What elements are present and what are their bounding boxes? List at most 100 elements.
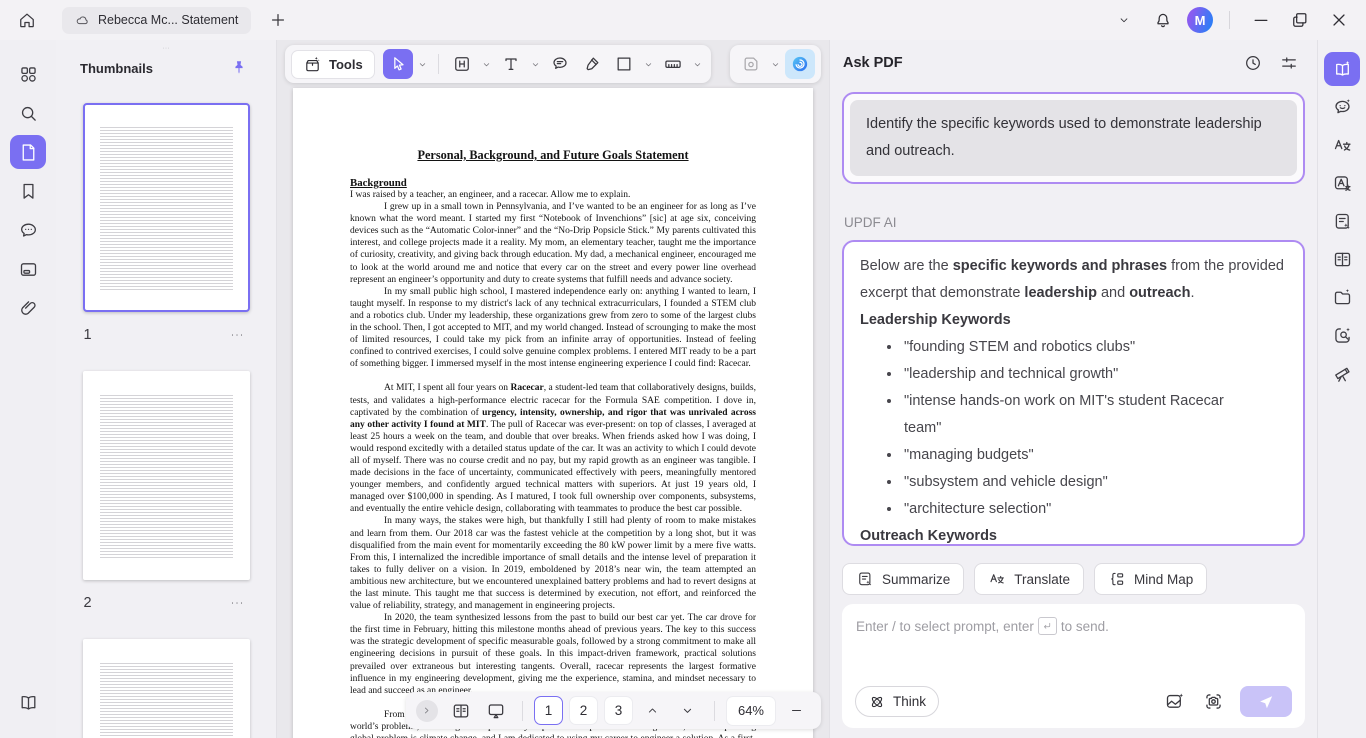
think-button[interactable]: Think bbox=[855, 686, 940, 717]
chevron-up-icon bbox=[645, 703, 660, 718]
translate-button[interactable]: Translate bbox=[974, 563, 1085, 595]
document-tab[interactable]: Rebecca Mc... Statement bbox=[62, 6, 252, 34]
restore-button[interactable] bbox=[1285, 5, 1315, 35]
summarize-icon bbox=[856, 570, 874, 588]
measure-tool-dropdown[interactable] bbox=[690, 49, 705, 79]
comment-tool[interactable] bbox=[545, 49, 575, 79]
leadership-keywords-list: "founding STEM and robotics clubs""leade… bbox=[860, 334, 1287, 523]
page-button-1[interactable]: 1 bbox=[533, 696, 563, 725]
edit-heading-tool[interactable] bbox=[447, 49, 477, 79]
comments-icon bbox=[18, 220, 39, 241]
sidebar-item-attachments[interactable] bbox=[10, 291, 46, 325]
thumbnail-more-button[interactable] bbox=[225, 325, 249, 345]
thumbnail-list[interactable]: 1 2 3 bbox=[56, 85, 276, 738]
thumbnail-page-1[interactable] bbox=[82, 103, 250, 312]
highlight-tool[interactable] bbox=[577, 49, 607, 79]
ai-answer-card[interactable]: Below are the specific keywords and phra… bbox=[842, 240, 1305, 546]
home-button[interactable] bbox=[12, 5, 42, 35]
shape-tool[interactable] bbox=[609, 49, 639, 79]
bookmark-icon bbox=[18, 181, 39, 202]
rail-item-explore[interactable] bbox=[1324, 356, 1360, 390]
ai-assistant-button[interactable] bbox=[785, 49, 815, 79]
plus-icon bbox=[268, 10, 288, 30]
sidebar-item-reader-mode[interactable] bbox=[10, 685, 46, 719]
zoom-out-button[interactable] bbox=[781, 696, 811, 726]
rail-item-ai-chat[interactable] bbox=[1324, 90, 1360, 124]
avatar[interactable]: M bbox=[1187, 7, 1213, 33]
rail-item-ask-pdf[interactable] bbox=[1324, 52, 1360, 86]
select-tool-dropdown[interactable] bbox=[415, 49, 430, 79]
pin-panel-button[interactable] bbox=[228, 57, 250, 79]
presentation-mode-button[interactable] bbox=[481, 696, 511, 726]
rail-item-reader[interactable] bbox=[1324, 242, 1360, 276]
save-tool-dropdown[interactable] bbox=[768, 49, 783, 79]
sidebar-item-snapshots[interactable] bbox=[10, 252, 46, 286]
minimize-button[interactable] bbox=[1246, 5, 1276, 35]
tools-button[interactable]: Tools bbox=[291, 49, 375, 79]
tab-list-button[interactable] bbox=[1109, 5, 1139, 35]
prompt-input-card[interactable]: Enter / to select prompt, enter to send.… bbox=[842, 604, 1305, 728]
two-page-view-button[interactable] bbox=[446, 696, 476, 726]
quick-prompt-actions: Summarize Translate Mind Map bbox=[842, 563, 1305, 595]
rail-item-organize[interactable] bbox=[1324, 280, 1360, 314]
sidebar-item-search[interactable] bbox=[10, 96, 46, 130]
thumbnail-more-button[interactable] bbox=[225, 593, 249, 613]
keyword-bullet: "subsystem and vehicle design" bbox=[902, 469, 1236, 496]
ai-settings-button[interactable] bbox=[1274, 48, 1304, 78]
chevron-down-icon bbox=[643, 59, 654, 70]
notifications-button[interactable] bbox=[1148, 5, 1178, 35]
close-button[interactable] bbox=[1324, 5, 1354, 35]
toolbar-divider bbox=[437, 54, 439, 74]
aisearch-icon bbox=[1332, 325, 1353, 346]
collapse-bar-button[interactable] bbox=[415, 699, 438, 722]
select-tool[interactable] bbox=[382, 49, 413, 79]
doc-paragraph: I grew up in a small town in Pennsylvani… bbox=[350, 202, 756, 285]
comment-icon bbox=[550, 54, 570, 74]
mind-map-button[interactable]: Mind Map bbox=[1094, 563, 1208, 595]
sidebar-item-thumbnails[interactable] bbox=[10, 135, 46, 169]
thumbnail-page-2[interactable] bbox=[82, 371, 250, 580]
save-icon bbox=[741, 54, 761, 74]
doc-paragraph: I was raised by a teacher, an engineer, … bbox=[350, 190, 631, 200]
screenshot-button[interactable] bbox=[1201, 690, 1225, 714]
attach-image-button[interactable] bbox=[1162, 690, 1186, 714]
new-tab-button[interactable] bbox=[263, 5, 293, 35]
summarize-button[interactable]: Summarize bbox=[842, 563, 965, 595]
chat-history-button[interactable] bbox=[1238, 48, 1268, 78]
outreach-keywords-heading: Outreach Keywords bbox=[860, 528, 997, 544]
document-area: Personal, Background, and Future Goals S… bbox=[277, 40, 829, 738]
tab-title: Rebecca Mc... Statement bbox=[98, 13, 239, 27]
shape-tool-dropdown[interactable] bbox=[641, 49, 656, 79]
page-button-3[interactable]: 3 bbox=[603, 696, 633, 725]
reader-icon bbox=[18, 692, 39, 713]
thumbnail-page-3[interactable] bbox=[82, 639, 250, 738]
rail-item-explain[interactable] bbox=[1324, 166, 1360, 200]
chevron-down-icon bbox=[770, 59, 781, 70]
chevron-down-icon bbox=[417, 59, 428, 70]
doc-paragraph: In 2020, the team synthesized lessons fr… bbox=[350, 613, 756, 696]
more-options-icon bbox=[228, 594, 246, 612]
page-button-2[interactable]: 2 bbox=[568, 696, 598, 725]
text-tool-dropdown[interactable] bbox=[528, 49, 543, 79]
rail-item-ai-search[interactable] bbox=[1324, 318, 1360, 352]
send-button[interactable] bbox=[1240, 686, 1292, 717]
more-options-icon bbox=[228, 326, 246, 344]
save-tool[interactable] bbox=[736, 49, 766, 79]
thumbnail-item: 3 bbox=[56, 639, 276, 738]
rail-item-translate[interactable] bbox=[1324, 128, 1360, 162]
text-tool[interactable] bbox=[496, 49, 526, 79]
annotation-toolbar: Tools bbox=[285, 45, 711, 83]
rail-item-summarize[interactable] bbox=[1324, 204, 1360, 238]
translate-icon bbox=[988, 570, 1006, 588]
sidebar-item-comments[interactable] bbox=[10, 213, 46, 247]
zoom-level[interactable]: 64% bbox=[725, 695, 776, 726]
next-page-button[interactable] bbox=[673, 696, 703, 726]
search-icon bbox=[18, 103, 39, 124]
edit-heading-tool-dropdown[interactable] bbox=[479, 49, 494, 79]
panel-drag-handle-icon[interactable] bbox=[158, 43, 174, 53]
sidebar-item-bookmarks[interactable] bbox=[10, 174, 46, 208]
sidebar-item-apps[interactable] bbox=[10, 57, 46, 91]
measure-tool[interactable] bbox=[658, 49, 688, 79]
thumbnails-panel: Thumbnails 1 2 3 bbox=[56, 40, 277, 738]
previous-page-button[interactable] bbox=[638, 696, 668, 726]
